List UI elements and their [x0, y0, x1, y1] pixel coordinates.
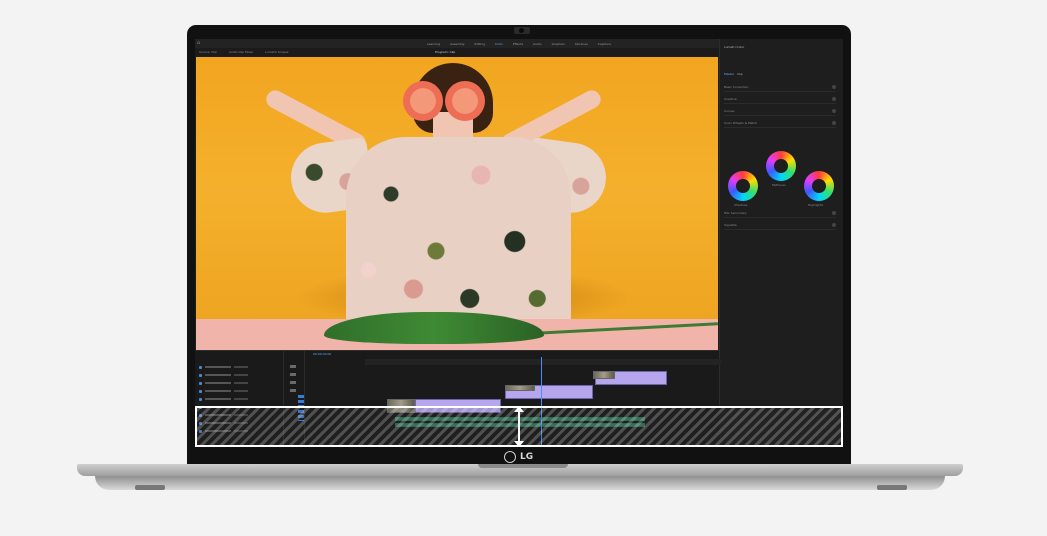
laptop-foot: [877, 485, 907, 490]
ripple-tool-icon[interactable]: [290, 381, 296, 384]
grapefruit-right: [445, 81, 485, 121]
midtones-label: Midtones: [772, 183, 786, 187]
time-ruler[interactable]: [365, 359, 721, 365]
webcam-icon: [514, 27, 530, 34]
section-label: HSL Secondary: [724, 211, 747, 215]
sequence-timecode[interactable]: 00:00:00:00: [313, 352, 331, 356]
panel-tab-lumetri-scopes[interactable]: Lumetri Scopes: [265, 50, 288, 54]
tab-graphics[interactable]: Graphics: [552, 42, 565, 46]
tab-learning[interactable]: Learning: [427, 42, 440, 46]
lumetri-tab-master[interactable]: Master: [724, 72, 734, 76]
section-toggle-icon[interactable]: [832, 109, 836, 113]
razor-tool-icon[interactable]: [290, 389, 296, 392]
shadows-color-wheel[interactable]: [728, 171, 758, 201]
section-toggle-icon[interactable]: [832, 211, 836, 215]
laptop-lid-notch: [478, 464, 568, 468]
tab-libraries[interactable]: Libraries: [575, 42, 588, 46]
program-monitor-preview[interactable]: [196, 57, 718, 350]
laptop-screen: ⌂ Learning Assembly Editing Color Effect…: [195, 39, 843, 446]
list-item[interactable]: [199, 373, 279, 377]
lumetri-tab-clip[interactable]: Clip: [737, 72, 743, 76]
section-label: Vignette: [724, 223, 737, 227]
tab-audio[interactable]: Audio: [533, 42, 542, 46]
vertical-double-arrow-icon: [518, 410, 520, 444]
video-clip-thumb[interactable]: [593, 371, 615, 379]
tab-assembly[interactable]: Assembly: [450, 42, 464, 46]
tab-editing[interactable]: Editing: [475, 42, 485, 46]
list-item[interactable]: [199, 389, 279, 393]
section-toggle-icon[interactable]: [832, 223, 836, 227]
section-label: Basic Correction: [724, 85, 749, 89]
lumetri-section-curves[interactable]: Curves: [724, 109, 836, 116]
list-item[interactable]: [199, 397, 279, 401]
brand-label: LG: [520, 452, 534, 462]
home-icon[interactable]: ⌂: [197, 41, 202, 46]
tab-color[interactable]: Color: [495, 42, 503, 46]
section-toggle-icon[interactable]: [832, 121, 836, 125]
grapefruit-left: [403, 81, 443, 121]
lumetri-color-panel: Lumetri Color Master Clip Basic Correcti…: [719, 39, 843, 405]
lg-logo: LG: [504, 450, 533, 464]
panel-tab-source[interactable]: Source: Clip: [199, 50, 217, 54]
lumetri-section-wheels[interactable]: Color Wheels & Match: [724, 121, 836, 128]
lumetri-section-vignette[interactable]: Vignette: [724, 223, 836, 230]
panel-tab-bar: Source: Clip Audio Clip Mixer Lumetri Sc…: [195, 48, 719, 56]
midtones-color-wheel[interactable]: [766, 151, 796, 181]
list-item[interactable]: [199, 365, 279, 369]
lumetri-section-hsl[interactable]: HSL Secondary: [724, 211, 836, 218]
lumetri-section-basic[interactable]: Basic Correction: [724, 85, 836, 92]
program-monitor-title[interactable]: Program: Clip: [435, 50, 455, 54]
lg-logo-icon: [504, 451, 516, 463]
selection-tool-icon[interactable]: [290, 365, 296, 368]
arrow-up-icon: [514, 406, 524, 412]
lumetri-tabs: Master Clip: [724, 72, 743, 76]
laptop-base-underside: [95, 476, 945, 490]
arrow-down-icon: [514, 441, 524, 447]
video-clip-thumb[interactable]: [505, 385, 535, 391]
highlights-color-wheel[interactable]: [804, 171, 834, 201]
section-toggle-icon[interactable]: [832, 85, 836, 89]
lumetri-panel-title: Lumetri Color: [724, 45, 745, 49]
tab-captions[interactable]: Captions: [598, 42, 611, 46]
track-select-tool-icon[interactable]: [290, 373, 296, 376]
highlights-label: Highlights: [808, 203, 824, 207]
section-label: Creative: [724, 97, 737, 101]
section-toggle-icon[interactable]: [832, 97, 836, 101]
photo-floral-shirt: [346, 137, 571, 327]
list-item[interactable]: [199, 381, 279, 385]
section-label: Curves: [724, 109, 735, 113]
tab-effects[interactable]: Effects: [513, 42, 523, 46]
lumetri-section-creative[interactable]: Creative: [724, 97, 836, 104]
shadows-label: Shadows: [734, 203, 748, 207]
section-label: Color Wheels & Match: [724, 121, 758, 125]
panel-tab-audio-mixer[interactable]: Audio Clip Mixer: [229, 50, 253, 54]
laptop-foot: [135, 485, 165, 490]
